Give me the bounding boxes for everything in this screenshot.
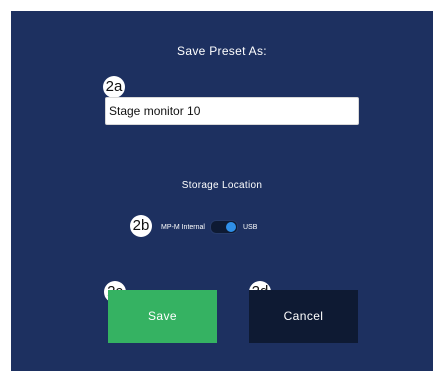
cancel-button[interactable]: Cancel [249, 290, 358, 343]
toggle-knob [225, 222, 236, 232]
save-preset-dialog: Save Preset As: 2a Storage Location 2b M… [11, 11, 433, 371]
save-button[interactable]: Save [108, 290, 217, 343]
storage-option-internal[interactable]: MP-M Internal [161, 224, 205, 231]
storage-location-toggle[interactable] [209, 220, 238, 234]
storage-location-label: Storage Location [181, 180, 263, 191]
callout-marker-2a: 2a [103, 76, 125, 98]
dialog-title: Save Preset As: [177, 44, 267, 58]
storage-option-usb[interactable]: USB [243, 224, 257, 231]
storage-location-toggle-row: MP-M Internal USB [161, 220, 257, 234]
callout-marker-2b: 2b [130, 215, 152, 237]
preset-name-input[interactable] [105, 97, 359, 125]
